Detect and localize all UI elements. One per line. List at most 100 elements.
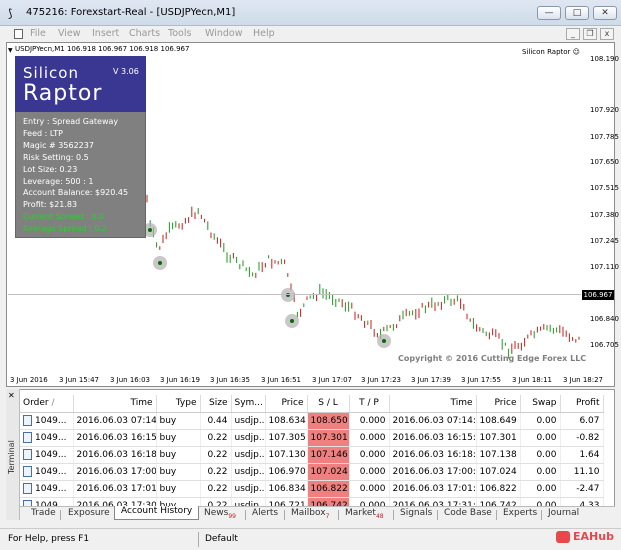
status-profile[interactable]: Default [205, 534, 238, 544]
cell-stop-loss: 106.822 [307, 480, 350, 498]
cell-symbol: usdjp... [231, 480, 266, 498]
col-sl[interactable]: S / L [307, 395, 350, 413]
tab-separator [393, 510, 394, 520]
tab-market[interactable]: Market48 [345, 508, 384, 520]
menu-file[interactable]: File [30, 28, 46, 39]
cell-swap: 0.00 [520, 412, 561, 430]
col-size[interactable]: Size [200, 395, 232, 413]
panel-line: Risk Setting: 0.5 [23, 153, 89, 162]
document-icon[interactable] [14, 29, 23, 39]
tab-separator [245, 510, 246, 520]
cell-size: 0.22 [200, 429, 232, 447]
cell-open-price: 106.834 [265, 480, 308, 498]
status-help: For Help, press F1 [8, 534, 90, 544]
y-tick: 106.840 [590, 315, 619, 323]
cell-order: 1049... [20, 463, 74, 481]
cell-size: 0.22 [200, 446, 232, 464]
col-order[interactable]: Order / [20, 395, 74, 413]
cell-close-price: 107.138 [476, 446, 521, 464]
cell-close-price: 107.024 [476, 463, 521, 481]
panel-line: Lot Size: 0.23 [23, 165, 78, 174]
col-type[interactable]: Type [156, 395, 201, 413]
tab-signals[interactable]: Signals [400, 508, 432, 518]
cell-size: 0.22 [200, 480, 232, 498]
menu-view[interactable]: View [58, 28, 81, 39]
ea-logo: Silicon Raptor V 3.06 [15, 56, 146, 112]
table-row[interactable]: 1049...2016.06.03 07:14:09buy0.44usdjp..… [20, 412, 604, 430]
cell-take-profit: 0.000 [349, 429, 390, 447]
history-table: Order / Time Type Size Sym... Price S / … [20, 395, 604, 515]
cell-order: 1049... [20, 412, 74, 430]
col-swap[interactable]: Swap [520, 395, 561, 413]
child-restore-button[interactable]: ❐ [583, 28, 597, 40]
minimize-button[interactable]: — [537, 6, 561, 20]
menu-window[interactable]: Window [205, 28, 242, 39]
col-close-time[interactable]: Time [389, 395, 477, 413]
cell-symbol: usdjp... [231, 429, 266, 447]
x-tick: 3 Jun 15:47 [59, 376, 100, 384]
tab-exposure[interactable]: Exposure [68, 508, 110, 518]
cell-close-price: 108.649 [476, 412, 521, 430]
menu-charts[interactable]: Charts [129, 28, 160, 39]
average-spread: Average Spread : 0.2 [23, 224, 108, 233]
tab-separator [496, 510, 497, 520]
order-icon [23, 483, 32, 494]
terminal-sidebar: Terminal [6, 389, 20, 520]
col-tp[interactable]: T / P [349, 395, 390, 413]
tab-mailbox[interactable]: Mailbox7 [291, 508, 329, 520]
table-row[interactable]: 1049...2016.06.03 17:01:46buy0.22usdjp..… [20, 480, 604, 498]
tab-separator [541, 510, 542, 520]
terminal-close-icon[interactable]: ✕ [8, 391, 15, 400]
y-tick: 107.785 [590, 133, 619, 141]
cell-stop-loss: 107.301 [307, 429, 350, 447]
col-symbol[interactable]: Sym... [231, 395, 266, 413]
status-separator [198, 532, 199, 547]
child-minimize-button[interactable]: _ [566, 28, 580, 40]
tab-experts[interactable]: Experts [503, 508, 537, 518]
tab-trade[interactable]: Trade [31, 508, 56, 518]
window-title: 475216: Forexstart-Real - [USDJPYecn,M1] [26, 7, 236, 18]
col-profit[interactable]: Profit [560, 395, 604, 413]
cell-open-price: 107.305 [265, 429, 308, 447]
menu-tools[interactable]: Tools [168, 28, 191, 39]
x-tick: 3 Jun 2016 [10, 376, 48, 384]
menu-insert[interactable]: Insert [92, 28, 119, 39]
col-close-price[interactable]: Price [476, 395, 521, 413]
tab-separator [284, 510, 285, 520]
panel-line: Magic # 3562237 [23, 141, 94, 150]
cell-type: buy [156, 480, 201, 498]
maximize-button[interactable]: □ [565, 6, 589, 20]
y-tick: 107.515 [590, 184, 619, 192]
cell-open-time: 2016.06.03 16:15:41 [73, 429, 157, 447]
cell-symbol: usdjp... [231, 463, 266, 481]
cell-close-price: 106.822 [476, 480, 521, 498]
cell-close-time: 2016.06.03 16:18:28 [389, 446, 477, 464]
logo-bottom-text: Raptor [23, 81, 103, 106]
x-tick: 3 Jun 17:39 [411, 376, 452, 384]
tab-news[interactable]: News99 [204, 508, 236, 520]
col-time[interactable]: Time [73, 395, 157, 413]
y-tick: 107.920 [590, 106, 619, 114]
tab-journal[interactable]: Journal [548, 508, 579, 518]
table-row[interactable]: 1049...2016.06.03 17:00:05buy0.22usdjp..… [20, 463, 604, 481]
cell-close-price: 107.301 [476, 429, 521, 447]
tab-account-history[interactable]: Account History [114, 506, 200, 520]
chart-menu-icon[interactable]: ▼ [8, 47, 13, 54]
table-row[interactable]: 1049...2016.06.03 16:18:25buy0.22usdjp..… [20, 446, 604, 464]
trade-marker-dot [158, 261, 162, 265]
tab-code-base[interactable]: Code Base [444, 508, 492, 518]
order-icon [23, 466, 32, 477]
y-tick: 107.380 [590, 211, 619, 219]
cell-stop-loss: 108.650 [307, 412, 350, 430]
panel-line: Profit: $21.83 [23, 200, 78, 209]
cell-size: 0.22 [200, 463, 232, 481]
cell-open-time: 2016.06.03 07:14:09 [73, 412, 157, 430]
child-close-button[interactable]: x [600, 28, 614, 40]
tab-alerts[interactable]: Alerts [252, 508, 278, 518]
table-header: Order / Time Type Size Sym... Price S / … [20, 395, 604, 413]
close-button[interactable]: ✕ [593, 6, 617, 20]
status-bar: For Help, press F1 Default [0, 528, 621, 550]
col-price[interactable]: Price [265, 395, 308, 413]
table-row[interactable]: 1049...2016.06.03 16:15:41buy0.22usdjp..… [20, 429, 604, 447]
menu-help[interactable]: Help [253, 28, 275, 39]
